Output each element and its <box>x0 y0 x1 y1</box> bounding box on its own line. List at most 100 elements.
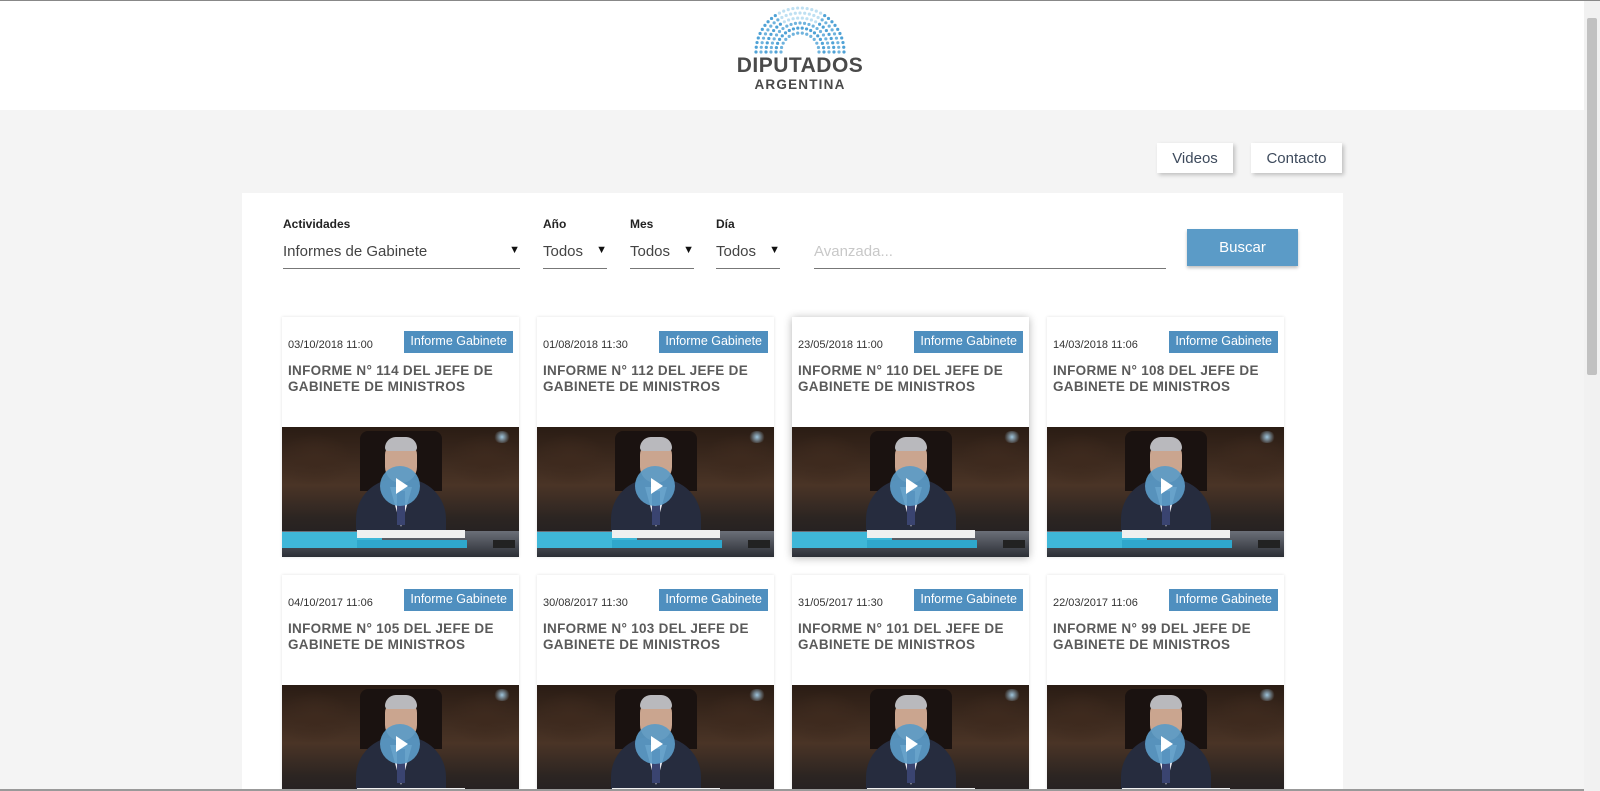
mes-select[interactable]: Todos ▼ <box>630 235 694 269</box>
video-thumbnail[interactable] <box>792 427 1029 557</box>
video-card[interactable]: 23/05/2018 11:00 Informe Gabinete INFORME … <box>792 317 1029 557</box>
lower-third-name-bar <box>867 530 975 538</box>
video-date: 01/08/2018 11:30 <box>543 339 628 351</box>
videos-panel: Actividades Informes de Gabinete ▼ Año T… <box>242 193 1343 791</box>
broadcast-lower-third <box>282 530 519 548</box>
mes-label: Mes <box>630 217 654 231</box>
site-header: DIPUTADOS ARGENTINA <box>0 1 1584 110</box>
video-date: 04/10/2017 11:06 <box>288 597 373 609</box>
scrollbar-thumb[interactable] <box>1587 18 1597 375</box>
speaker-hair <box>895 695 927 709</box>
channel-logo-icon <box>748 689 766 701</box>
video-category-badge: Informe Gabinete <box>404 589 513 611</box>
video-title[interactable]: INFORME N° 108 DEL JEFE DE GABINETE DE M… <box>1053 363 1279 395</box>
broadcast-clock <box>748 540 770 548</box>
broadcast-lower-third <box>792 530 1029 548</box>
video-card[interactable]: 30/08/2017 11:30 Informe Gabinete INFORME … <box>537 575 774 791</box>
video-category-badge: Informe Gabinete <box>659 589 768 611</box>
lower-third-caption-bar <box>1122 540 1232 548</box>
mes-value: Todos <box>630 243 671 260</box>
video-category-badge: Informe Gabinete <box>404 331 513 353</box>
video-thumbnail[interactable] <box>1047 685 1284 791</box>
avanzada-search-input[interactable] <box>814 235 1166 269</box>
video-category-badge: Informe Gabinete <box>914 331 1023 353</box>
caret-down-icon: ▼ <box>683 244 694 256</box>
video-title[interactable]: INFORME N° 105 DEL JEFE DE GABINETE DE M… <box>288 621 514 653</box>
broadcast-lower-third <box>537 530 774 548</box>
top-nav: Videos Contacto <box>0 143 1584 174</box>
video-card[interactable]: 03/10/2018 11:00 Informe Gabinete INFORME … <box>282 317 519 557</box>
play-icon[interactable] <box>890 724 930 764</box>
logo-subtitle: ARGENTINA <box>754 77 846 92</box>
diputados-logo[interactable]: DIPUTADOS ARGENTINA <box>715 5 885 101</box>
video-thumbnail[interactable] <box>792 685 1029 791</box>
video-card[interactable]: 14/03/2018 11:06 Informe Gabinete INFORME … <box>1047 317 1284 557</box>
buscar-button[interactable]: Buscar <box>1187 229 1298 266</box>
caret-down-icon: ▼ <box>509 244 520 256</box>
speaker-hair <box>385 695 417 709</box>
broadcast-clock <box>493 540 515 548</box>
video-category-badge: Informe Gabinete <box>659 331 768 353</box>
video-category-badge: Informe Gabinete <box>1169 589 1278 611</box>
video-title[interactable]: INFORME N° 112 DEL JEFE DE GABINETE DE M… <box>543 363 769 395</box>
video-date: 23/05/2018 11:00 <box>798 339 883 351</box>
speaker-hair <box>1150 695 1182 709</box>
channel-logo-icon <box>493 431 511 443</box>
channel-logo-icon <box>493 689 511 701</box>
nav-videos-button[interactable]: Videos <box>1157 143 1233 173</box>
video-thumbnail[interactable] <box>282 427 519 557</box>
play-icon[interactable] <box>380 724 420 764</box>
lower-third-name-bar <box>357 530 465 538</box>
lower-third-name-bar <box>612 530 720 538</box>
video-card[interactable]: 31/05/2017 11:30 Informe Gabinete INFORME … <box>792 575 1029 791</box>
video-title[interactable]: INFORME N° 103 DEL JEFE DE GABINETE DE M… <box>543 621 769 653</box>
speaker-hair <box>640 695 672 709</box>
play-icon[interactable] <box>890 466 930 506</box>
video-title[interactable]: INFORME N° 101 DEL JEFE DE GABINETE DE M… <box>798 621 1024 653</box>
video-card[interactable]: 04/10/2017 11:06 Informe Gabinete INFORME … <box>282 575 519 791</box>
actividades-select[interactable]: Informes de Gabinete ▼ <box>283 235 520 269</box>
video-date: 31/05/2017 11:30 <box>798 597 883 609</box>
video-title[interactable]: INFORME N° 99 DEL JEFE DE GABINETE DE MI… <box>1053 621 1279 653</box>
video-title[interactable]: INFORME N° 114 DEL JEFE DE GABINETE DE M… <box>288 363 514 395</box>
anio-value: Todos <box>543 243 584 260</box>
dia-select[interactable]: Todos ▼ <box>716 235 780 269</box>
video-card[interactable]: 01/08/2018 11:30 Informe Gabinete INFORME … <box>537 317 774 557</box>
nav-contacto-button[interactable]: Contacto <box>1251 143 1342 173</box>
video-date: 03/10/2018 11:00 <box>288 339 373 351</box>
lower-third-caption-bar <box>357 540 467 548</box>
video-thumbnail[interactable] <box>537 685 774 791</box>
play-icon[interactable] <box>1145 466 1185 506</box>
broadcast-clock <box>1003 540 1025 548</box>
speaker-hair <box>1150 437 1182 451</box>
broadcast-lower-third <box>1047 530 1284 548</box>
video-title[interactable]: INFORME N° 110 DEL JEFE DE GABINETE DE M… <box>798 363 1024 395</box>
caret-down-icon: ▼ <box>769 244 780 256</box>
caret-down-icon: ▼ <box>596 244 607 256</box>
video-date: 30/08/2017 11:30 <box>543 597 628 609</box>
channel-logo-icon <box>1258 689 1276 701</box>
anio-select[interactable]: Todos ▼ <box>543 235 607 269</box>
channel-logo-icon <box>748 431 766 443</box>
video-thumbnail[interactable] <box>537 427 774 557</box>
speaker-hair <box>385 437 417 451</box>
broadcast-clock <box>1258 540 1280 548</box>
play-icon[interactable] <box>635 724 675 764</box>
video-thumbnail[interactable] <box>282 685 519 791</box>
actividades-value: Informes de Gabinete <box>283 243 428 260</box>
play-icon[interactable] <box>635 466 675 506</box>
lower-third-name-bar <box>1122 530 1230 538</box>
lower-third-caption-bar <box>867 540 977 548</box>
dia-value: Todos <box>716 243 757 260</box>
congress-hemicycle-icon <box>754 6 846 54</box>
video-card[interactable]: 22/03/2017 11:06 Informe Gabinete INFORME … <box>1047 575 1284 791</box>
channel-logo-icon <box>1003 431 1021 443</box>
video-date: 14/03/2018 11:06 <box>1053 339 1138 351</box>
video-thumbnail[interactable] <box>1047 427 1284 557</box>
speaker-hair <box>640 437 672 451</box>
dia-label: Día <box>716 217 735 231</box>
channel-logo-icon <box>1003 689 1021 701</box>
play-icon[interactable] <box>380 466 420 506</box>
play-icon[interactable] <box>1145 724 1185 764</box>
video-date: 22/03/2017 11:06 <box>1053 597 1138 609</box>
